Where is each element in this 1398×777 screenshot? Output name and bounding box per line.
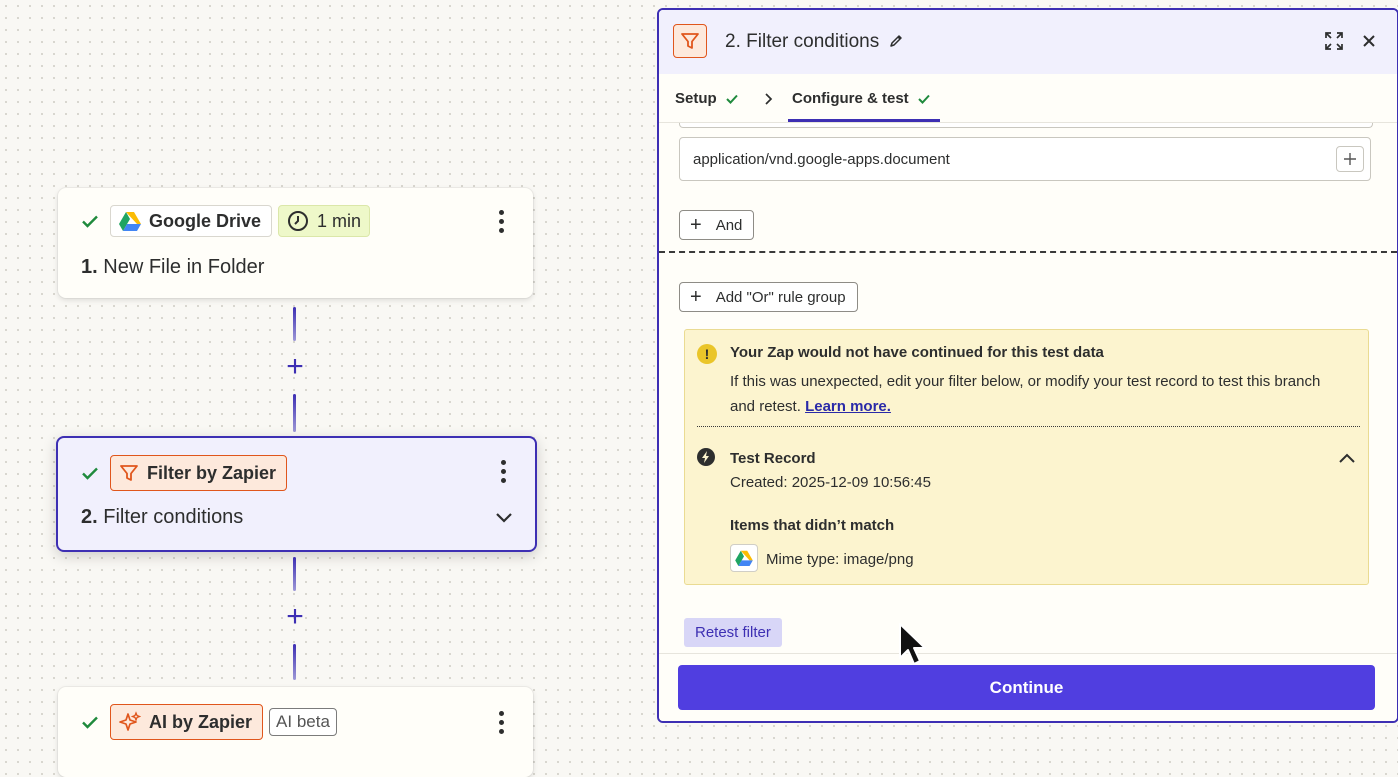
test-record-created: Created: 2025-12-09 10:56:45	[730, 474, 931, 491]
app-pill-ai: AI by Zapier	[110, 704, 264, 740]
button-label: Add "Or" rule group	[715, 288, 846, 306]
step-menu-button[interactable]	[499, 711, 505, 734]
trigger-time: 1 min	[317, 210, 362, 231]
warning-icon: !	[697, 344, 717, 364]
filter-app-icon	[673, 24, 707, 58]
test-result-alert: ! Your Zap would not have continued for …	[684, 329, 1369, 585]
chevron-up-icon[interactable]	[1338, 450, 1356, 468]
google-drive-icon	[730, 544, 758, 572]
bolt-icon	[697, 448, 715, 466]
panel-tabs: Setup Configure & test	[659, 74, 1397, 123]
step-menu-button[interactable]	[501, 460, 507, 483]
plus-icon	[1344, 153, 1356, 165]
connector-line	[293, 557, 296, 591]
chevron-right-icon	[765, 93, 773, 105]
alert-body: If this was unexpected, edit your filter…	[730, 369, 1340, 419]
button-label: And	[715, 216, 743, 234]
plus-icon: +	[690, 214, 702, 236]
app-name: AI by Zapier	[149, 711, 253, 732]
expand-button[interactable]	[1323, 30, 1345, 52]
filter-icon	[681, 33, 699, 49]
tab-label: Setup	[675, 90, 717, 107]
previous-field	[679, 123, 1373, 128]
unmatched-items-title: Items that didn’t match	[730, 517, 895, 534]
step-card-ai[interactable]: AI by Zapier AI beta	[58, 687, 533, 777]
condition-value: application/vnd.google-apps.document	[693, 151, 950, 168]
close-button[interactable]	[1358, 30, 1380, 52]
tab-setup[interactable]: Setup	[675, 90, 739, 107]
check-icon	[82, 215, 98, 228]
pencil-icon[interactable]	[888, 33, 904, 49]
app-name: Filter by Zapier	[147, 462, 277, 483]
trigger-time-badge: 1 min	[278, 205, 371, 237]
step-editor-panel: 2. Filter conditions Setup Configure & t…	[657, 8, 1398, 723]
test-record-title: Test Record	[730, 450, 816, 467]
connector-line	[293, 307, 296, 341]
condition-value-field[interactable]: application/vnd.google-apps.document	[679, 137, 1371, 181]
close-icon	[1363, 35, 1375, 47]
plus-icon: +	[690, 286, 702, 308]
check-icon	[917, 94, 930, 104]
check-icon	[725, 94, 738, 104]
google-drive-icon	[119, 212, 141, 231]
panel-content: application/vnd.google-apps.document + A…	[659, 123, 1397, 653]
add-or-group-button[interactable]: + Add "Or" rule group	[679, 282, 858, 312]
tab-configure-test[interactable]: Configure & test	[792, 90, 931, 107]
alert-divider	[697, 426, 1360, 427]
app-pill-filter: Filter by Zapier	[110, 455, 288, 491]
panel-footer: Continue	[659, 653, 1397, 721]
check-icon	[82, 467, 98, 480]
connector-line	[293, 394, 296, 432]
alert-title: Your Zap would not have continued for th…	[730, 344, 1104, 361]
unmatched-item: Mime type: image/png	[766, 551, 914, 568]
mouse-cursor-icon	[899, 623, 926, 665]
app-name: Google Drive	[149, 210, 262, 231]
active-tab-indicator	[788, 119, 940, 122]
chevron-down-icon[interactable]	[495, 512, 513, 524]
retest-filter-button[interactable]: Retest filter	[684, 618, 782, 647]
app-pill-google-drive: Google Drive	[110, 205, 273, 237]
panel-title: 2. Filter conditions	[725, 31, 904, 53]
step-card-google-drive[interactable]: Google Drive 1 min 1. New File in Folder	[58, 188, 533, 298]
divider	[659, 251, 1397, 253]
panel-header: 2. Filter conditions	[659, 10, 1397, 74]
clock-icon	[288, 211, 309, 231]
step-title: 2. Filter conditions	[81, 506, 244, 528]
check-icon	[82, 716, 98, 729]
filter-icon	[120, 465, 138, 481]
connector-line	[293, 644, 296, 680]
sparkle-icon	[119, 711, 141, 731]
and-button[interactable]: + And	[679, 210, 755, 240]
step-title: 1. New File in Folder	[81, 256, 265, 278]
add-step-button[interactable]: +	[283, 602, 307, 632]
step-card-filter[interactable]: Filter by Zapier 2. Filter conditions	[56, 436, 537, 552]
step-menu-button[interactable]	[499, 210, 505, 233]
add-step-button[interactable]: +	[283, 352, 307, 382]
ai-beta-badge: AI beta	[269, 708, 337, 736]
tab-label: Configure & test	[792, 90, 909, 107]
learn-more-link[interactable]: Learn more.	[805, 398, 891, 415]
expand-icon	[1325, 32, 1343, 50]
insert-data-button[interactable]	[1336, 146, 1364, 172]
continue-button[interactable]: Continue	[678, 665, 1375, 710]
